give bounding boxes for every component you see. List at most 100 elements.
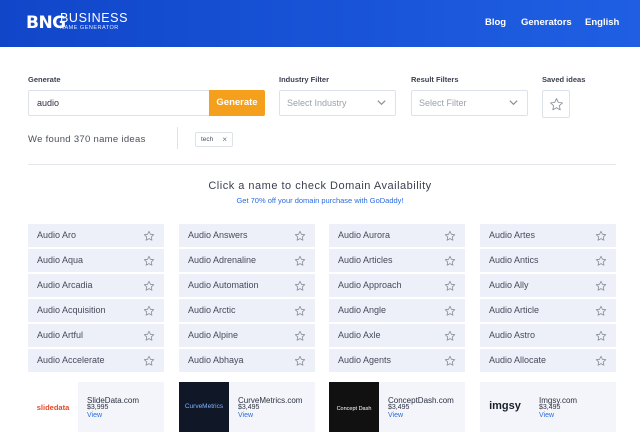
ad-price: $3,995 <box>87 404 109 411</box>
star-icon[interactable] <box>595 305 607 317</box>
name-label: Audio Aqua <box>37 255 84 265</box>
name-card[interactable]: Audio Adrenaline <box>179 249 315 272</box>
star-icon[interactable] <box>444 280 456 292</box>
industry-select-placeholder: Select Industry <box>287 98 347 108</box>
name-card[interactable]: Audio Agents <box>329 349 465 372</box>
ad-view-link[interactable]: View <box>539 412 554 419</box>
name-card[interactable]: Audio Aro <box>28 224 164 247</box>
nav-language-link[interactable]: English <box>585 17 619 28</box>
star-icon[interactable] <box>294 355 306 367</box>
keyword-input[interactable]: audio <box>28 90 210 116</box>
name-card[interactable]: Audio Articles <box>329 249 465 272</box>
name-card[interactable]: Audio Aurora <box>329 224 465 247</box>
top-header: BNG BUSINESS NAME GENERATOR Blog Generat… <box>0 0 640 47</box>
domain-ad-card[interactable]: Concept Dash ConceptDash.com $3,495 View <box>329 382 465 432</box>
name-card[interactable]: Audio Artful <box>28 324 164 347</box>
star-icon[interactable] <box>294 230 306 242</box>
domain-ad-card[interactable]: CurveMetrics CurveMetrics.com $3,495 Vie… <box>179 382 315 432</box>
ad-view-link[interactable]: View <box>388 412 403 419</box>
divider <box>28 164 616 165</box>
name-label: Audio Artful <box>37 330 84 340</box>
name-card[interactable]: Audio Acquisition <box>28 299 164 322</box>
star-icon[interactable] <box>595 230 607 242</box>
star-icon[interactable] <box>444 355 456 367</box>
ad-thumbnail: Concept Dash <box>329 382 379 432</box>
name-card[interactable]: Audio Automation <box>179 274 315 297</box>
name-card[interactable]: Audio Ally <box>480 274 616 297</box>
star-icon[interactable] <box>143 230 155 242</box>
star-icon[interactable] <box>444 305 456 317</box>
domain-ad-card[interactable]: slidedata SlideData.com $3,995 View <box>28 382 164 432</box>
name-card[interactable]: Audio Angle <box>329 299 465 322</box>
name-card[interactable]: Audio Axle <box>329 324 465 347</box>
ad-logo: CurveMetrics <box>184 403 224 410</box>
star-icon[interactable] <box>444 330 456 342</box>
star-icon[interactable] <box>595 355 607 367</box>
name-card[interactable]: Audio Approach <box>329 274 465 297</box>
name-card[interactable]: Audio Astro <box>480 324 616 347</box>
name-label: Audio Aurora <box>338 230 391 240</box>
close-icon[interactable]: × <box>222 133 227 146</box>
results-count: We found 370 name ideas <box>28 134 146 145</box>
star-icon[interactable] <box>444 230 456 242</box>
star-icon[interactable] <box>143 355 155 367</box>
nav-blog-link[interactable]: Blog <box>485 17 506 28</box>
name-card[interactable]: Audio Artes <box>480 224 616 247</box>
name-card[interactable]: Audio Arctic <box>179 299 315 322</box>
name-label: Audio Article <box>489 305 540 315</box>
star-icon[interactable] <box>595 255 607 267</box>
domain-ad-card[interactable]: imgsy Imgsy.com $3,495 View <box>480 382 616 432</box>
name-label: Audio Approach <box>338 280 402 290</box>
ad-logo: slidedata <box>36 403 70 412</box>
ad-view-link[interactable]: View <box>87 412 102 419</box>
name-card[interactable]: Audio Answers <box>179 224 315 247</box>
result-filter-placeholder: Select Filter <box>419 98 467 108</box>
star-icon[interactable] <box>595 330 607 342</box>
star-icon[interactable] <box>143 280 155 292</box>
name-card[interactable]: Audio Abhaya <box>179 349 315 372</box>
star-icon[interactable] <box>294 255 306 267</box>
industry-select[interactable]: Select Industry <box>279 90 396 116</box>
godaddy-promo-link[interactable]: Get 70% off your domain purchase with Go… <box>0 196 640 205</box>
name-card[interactable]: Audio Antics <box>480 249 616 272</box>
name-label: Audio Accelerate <box>37 355 105 365</box>
star-icon[interactable] <box>143 305 155 317</box>
name-label: Audio Arcadia <box>37 280 93 290</box>
star-icon[interactable] <box>595 280 607 292</box>
chevron-down-icon <box>377 100 386 106</box>
star-icon[interactable] <box>143 330 155 342</box>
ad-price: $3,495 <box>238 404 260 411</box>
name-label: Audio Axle <box>338 330 381 340</box>
generate-button[interactable]: Generate <box>209 90 265 116</box>
name-label: Audio Ally <box>489 280 529 290</box>
industry-filter-label: Industry Filter <box>279 75 330 84</box>
filter-tag[interactable]: tech × <box>195 132 233 147</box>
name-card[interactable]: Audio Accelerate <box>28 349 164 372</box>
star-icon <box>550 98 563 111</box>
star-icon[interactable] <box>294 330 306 342</box>
name-label: Audio Acquisition <box>37 305 106 315</box>
name-card[interactable]: Audio Alpine <box>179 324 315 347</box>
result-filter-select[interactable]: Select Filter <box>411 90 528 116</box>
name-card[interactable]: Audio Aqua <box>28 249 164 272</box>
name-card[interactable]: Audio Arcadia <box>28 274 164 297</box>
saved-ideas-button[interactable] <box>542 90 570 118</box>
star-icon[interactable] <box>294 280 306 292</box>
star-icon[interactable] <box>294 305 306 317</box>
star-icon[interactable] <box>143 255 155 267</box>
ad-logo: imgsy <box>489 400 521 412</box>
name-label: Audio Arctic <box>188 305 236 315</box>
name-label: Audio Answers <box>188 230 248 240</box>
domain-hint: Click a name to check Domain Availabilit… <box>208 180 432 192</box>
filter-tag-label: tech <box>201 136 214 143</box>
name-card[interactable]: Audio Allocate <box>480 349 616 372</box>
nav-generators-link[interactable]: Generators <box>521 17 572 28</box>
name-label: Audio Alpine <box>188 330 239 340</box>
ad-price: $3,495 <box>539 404 561 411</box>
name-label: Audio Agents <box>338 355 392 365</box>
name-label: Audio Allocate <box>489 355 547 365</box>
star-icon[interactable] <box>444 255 456 267</box>
logo-title[interactable]: BUSINESS <box>60 12 128 25</box>
ad-view-link[interactable]: View <box>238 412 253 419</box>
name-card[interactable]: Audio Article <box>480 299 616 322</box>
